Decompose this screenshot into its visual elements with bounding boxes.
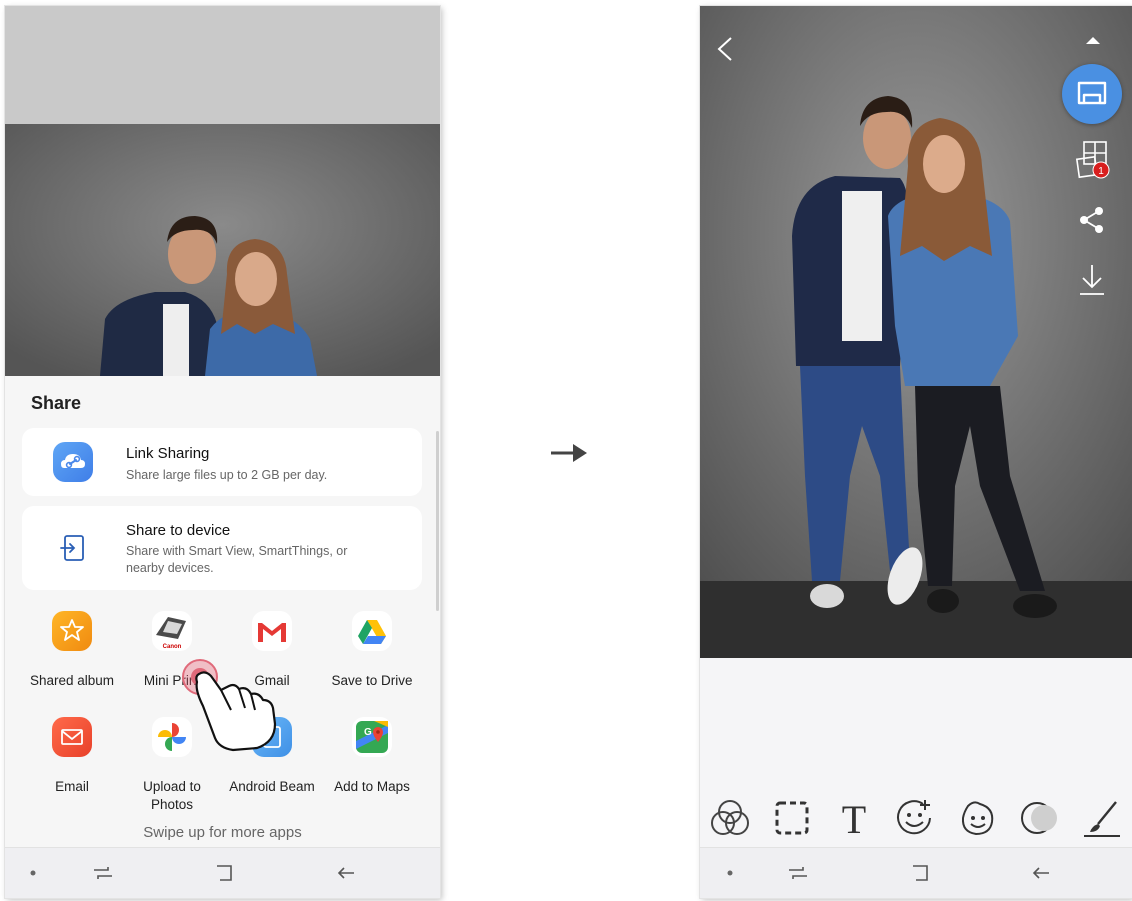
shared-album-icon	[52, 611, 92, 651]
tap-hand-icon	[182, 659, 277, 752]
recent-apps-icon[interactable]	[90, 848, 116, 898]
app-shared-album[interactable]: Shared album	[22, 611, 122, 690]
google-maps-icon: G	[352, 717, 392, 757]
back-nav-icon[interactable]	[1030, 848, 1052, 898]
app-label: Email	[55, 779, 89, 794]
android-nav-bar	[700, 847, 1132, 898]
back-icon[interactable]	[708, 34, 742, 64]
download-icon[interactable]	[1076, 262, 1108, 298]
app-email[interactable]: Email	[22, 717, 122, 796]
print-icon	[1077, 81, 1107, 105]
google-drive-icon	[352, 611, 392, 651]
nav-dot-icon[interactable]	[23, 848, 43, 898]
print-button[interactable]	[1062, 64, 1122, 124]
email-icon	[52, 717, 92, 757]
recent-apps-icon[interactable]	[785, 848, 811, 898]
link-sharing-icon	[53, 442, 93, 482]
svg-text:T: T	[842, 798, 866, 838]
home-icon[interactable]	[909, 848, 931, 898]
tile-print-button[interactable]: 1	[1074, 140, 1114, 184]
share-sheet: Share Link Sharing Share large files up …	[5, 376, 440, 850]
back-nav-icon[interactable]	[335, 848, 357, 898]
app-label: Upload to Photos	[143, 779, 201, 812]
filters-icon[interactable]	[708, 796, 752, 840]
frame-icon[interactable]	[770, 796, 814, 840]
share-sheet-screen: Share Link Sharing Share large files up …	[5, 6, 440, 898]
scrollbar[interactable]	[436, 431, 439, 611]
blur-icon[interactable]	[1018, 796, 1062, 840]
transition-arrow-icon	[551, 444, 587, 462]
nav-dot-icon[interactable]	[720, 848, 740, 898]
link-sharing-title: Link Sharing	[126, 445, 210, 462]
status-area	[5, 6, 440, 124]
app-save-to-drive[interactable]: Save to Drive	[322, 611, 422, 690]
gmail-icon	[252, 611, 292, 651]
canon-editor-screen: 1 T	[700, 6, 1132, 898]
canon-mini-print-icon: Canon	[152, 611, 192, 651]
link-sharing-subtitle: Share large files up to 2 GB per day.	[126, 468, 328, 482]
share-title: Share	[31, 393, 82, 413]
draw-icon[interactable]	[1080, 796, 1124, 840]
app-label: Add to Maps	[334, 779, 410, 794]
text-icon[interactable]: T	[832, 796, 876, 840]
collapse-icon[interactable]	[1080, 30, 1106, 50]
tile-badge: 1	[1098, 166, 1104, 177]
face-sticker-icon[interactable]	[956, 796, 1000, 840]
share-to-device-subtitle: Share with Smart View, SmartThings, or n…	[126, 544, 348, 575]
share-icon[interactable]	[1075, 202, 1109, 238]
sticker-icon[interactable]	[893, 796, 937, 840]
app-label: Shared album	[29, 673, 115, 688]
app-label: Android Beam	[229, 779, 315, 794]
share-to-device-option[interactable]: Share to device Share with Smart View, S…	[22, 506, 422, 590]
couple-photo-preview	[5, 124, 440, 376]
share-to-device-title: Share to device	[126, 522, 231, 539]
link-sharing-option[interactable]: Link Sharing Share large files up to 2 G…	[22, 428, 422, 496]
app-label: Save to Drive	[331, 673, 413, 688]
swipe-up-hint: Swipe up for more apps	[143, 824, 302, 841]
canon-logo-text: Canon	[163, 644, 182, 650]
tile-print-icon: 1	[1075, 141, 1110, 179]
android-nav-bar	[5, 847, 440, 898]
home-icon[interactable]	[213, 848, 235, 898]
share-to-device-icon	[53, 528, 93, 568]
app-add-to-maps[interactable]: G Add to Maps	[322, 717, 422, 796]
svg-text:G: G	[364, 727, 372, 738]
